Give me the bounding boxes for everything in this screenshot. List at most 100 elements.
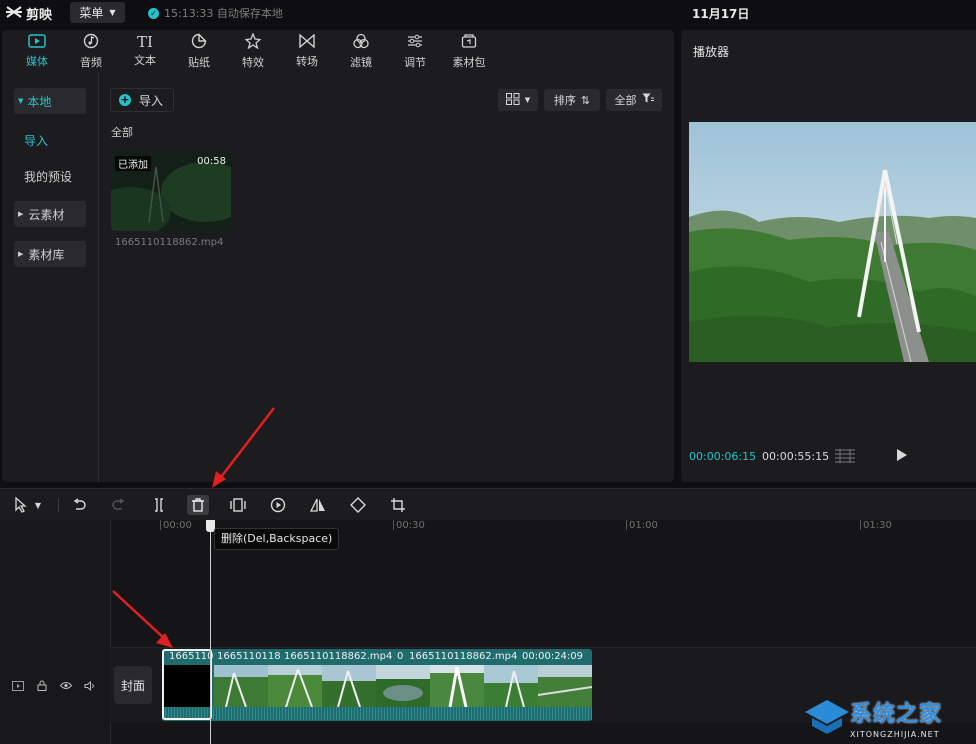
tab-material-pack[interactable]: 素材包	[442, 30, 496, 72]
clip-label: 00:00:24:09	[522, 651, 584, 662]
annotation-arrow-icon	[212, 407, 275, 488]
tab-label: 调节	[404, 55, 426, 69]
cover-button[interactable]: 封面	[114, 666, 152, 704]
filter-button[interactable]: 全部	[606, 89, 662, 111]
watermark-logo-icon	[805, 700, 849, 734]
clip-frame	[376, 665, 430, 707]
audio-icon	[83, 33, 99, 52]
added-badge: 已添加	[115, 156, 151, 171]
menu-label: 菜单	[79, 6, 104, 20]
sort-label: 排序	[553, 94, 576, 107]
reverse-play-icon[interactable]	[267, 495, 289, 515]
play-icon[interactable]	[897, 449, 907, 461]
clip-label: 1665110118862.mp4	[284, 651, 393, 662]
sidebar-item-local[interactable]: ▼ 本地	[14, 88, 86, 114]
sidebar-item-label: 本地	[27, 94, 52, 109]
tab-adjust[interactable]: 调节	[388, 30, 442, 72]
clip-frame	[430, 665, 484, 707]
freeze-frame-icon[interactable]	[227, 495, 249, 515]
menu-button[interactable]: 菜单 ▼	[70, 2, 125, 23]
transition-icon	[299, 32, 315, 51]
media-icon	[28, 33, 46, 51]
lock-icon[interactable]	[36, 680, 48, 691]
clip-label: 1665110118862.mp4	[409, 651, 518, 662]
tab-label: 转场	[296, 54, 318, 68]
sidebar-item-label: 云素材	[28, 207, 65, 222]
thumbnail-duration: 00:58	[197, 156, 226, 167]
sidebar-item-presets[interactable]: 我的预设	[20, 163, 104, 189]
filter-icon	[353, 33, 369, 52]
effects-icon	[244, 31, 262, 52]
clip-frame	[538, 665, 592, 707]
select-tool-icon[interactable]	[10, 495, 32, 515]
date-label: 11月17日	[692, 7, 750, 21]
media-tabs: 媒体 音频 TI 文本 贴纸 特效 转场 滤镜 调节 素材包	[2, 30, 674, 72]
delete-icon[interactable]	[187, 495, 209, 515]
sidebar-item-library[interactable]: ▶ 素材库	[14, 241, 86, 267]
crop-icon[interactable]	[387, 495, 409, 515]
split-icon[interactable]	[148, 495, 170, 515]
track-header-column	[0, 520, 111, 744]
tab-effects[interactable]: 特效	[226, 30, 280, 72]
sort-button[interactable]: 排序 ⇅	[544, 89, 600, 111]
track-video-icon[interactable]	[12, 680, 24, 691]
sticker-icon	[191, 33, 207, 52]
mirror-icon[interactable]	[307, 495, 329, 515]
timeline-toolbar: ▼	[0, 488, 976, 521]
rotate-icon[interactable]	[347, 495, 369, 515]
timeline-grid-icon[interactable]	[834, 448, 856, 467]
player-title: 播放器	[693, 45, 730, 59]
media-sidebar: ▼ 本地 导入 我的预设 ▶ 云素材 ▶ 素材库	[2, 72, 99, 482]
sidebar-item-label: 我的预设	[24, 169, 73, 184]
delete-tooltip: 删除(Del,Backspace)	[214, 528, 340, 550]
media-thumbnail[interactable]: 已添加 00:58	[111, 152, 231, 231]
ruler-label: 00:00	[163, 520, 192, 531]
tab-audio[interactable]: 音频	[64, 30, 118, 72]
material-pack-icon	[461, 33, 477, 52]
volume-icon[interactable]	[84, 680, 96, 691]
tab-text[interactable]: TI 文本	[118, 30, 172, 72]
autosave-status: ✓ 15:13:33 自动保存本地	[148, 5, 283, 21]
undo-icon[interactable]	[68, 495, 90, 515]
tab-transition[interactable]: 转场	[280, 30, 334, 72]
chevron-down-icon: ▼	[524, 96, 531, 104]
tab-label: 贴纸	[188, 55, 210, 69]
plus-icon: +	[119, 93, 131, 106]
grid-view-icon	[505, 92, 520, 108]
tab-label: 文本	[134, 54, 156, 67]
redo-icon[interactable]	[108, 495, 130, 515]
tab-filter[interactable]: 滤镜	[334, 30, 388, 72]
sidebar-item-import[interactable]: 导入	[20, 127, 92, 153]
sidebar-item-label: 素材库	[28, 247, 65, 262]
view-mode-button[interactable]: ▼	[498, 89, 538, 111]
import-button[interactable]: + 导入	[110, 88, 174, 112]
cover-label: 封面	[120, 678, 145, 693]
app-name: 剪映	[26, 8, 53, 23]
annotation-arrow-icon	[112, 590, 173, 648]
tab-sticker[interactable]: 贴纸	[172, 30, 226, 72]
media-filename: 1665110118862.mp4	[115, 237, 224, 248]
video-preview[interactable]	[689, 122, 976, 362]
playhead[interactable]	[210, 520, 211, 744]
caret-right-icon: ▶	[18, 250, 24, 258]
ruler-tick	[393, 520, 394, 530]
clip-frame	[322, 665, 376, 707]
ruler-tick	[626, 520, 627, 530]
text-icon: TI	[137, 33, 153, 51]
ruler-tick	[160, 520, 161, 530]
ruler-label: 00:30	[396, 520, 425, 531]
total-timecode: 00:00:55:15	[762, 450, 830, 463]
autosave-text: 15:13:33 自动保存本地	[164, 7, 283, 20]
watermark-subtext: XITONGZHIJIA.NET	[850, 730, 940, 739]
sidebar-item-cloud[interactable]: ▶ 云素材	[14, 201, 86, 227]
check-icon: ✓	[148, 7, 159, 19]
ruler-tick	[860, 520, 861, 530]
import-label: 导入	[139, 93, 164, 108]
tab-media[interactable]: 媒体	[10, 30, 64, 72]
chevron-down-icon[interactable]: ▼	[30, 495, 46, 515]
clip-label: 1665110118	[217, 651, 281, 662]
eye-icon[interactable]	[60, 680, 72, 691]
tab-label: 音频	[80, 55, 102, 69]
tab-label: 特效	[242, 55, 264, 69]
site-watermark: 系统之家 XITONGZHIJIA.NET	[800, 690, 976, 744]
